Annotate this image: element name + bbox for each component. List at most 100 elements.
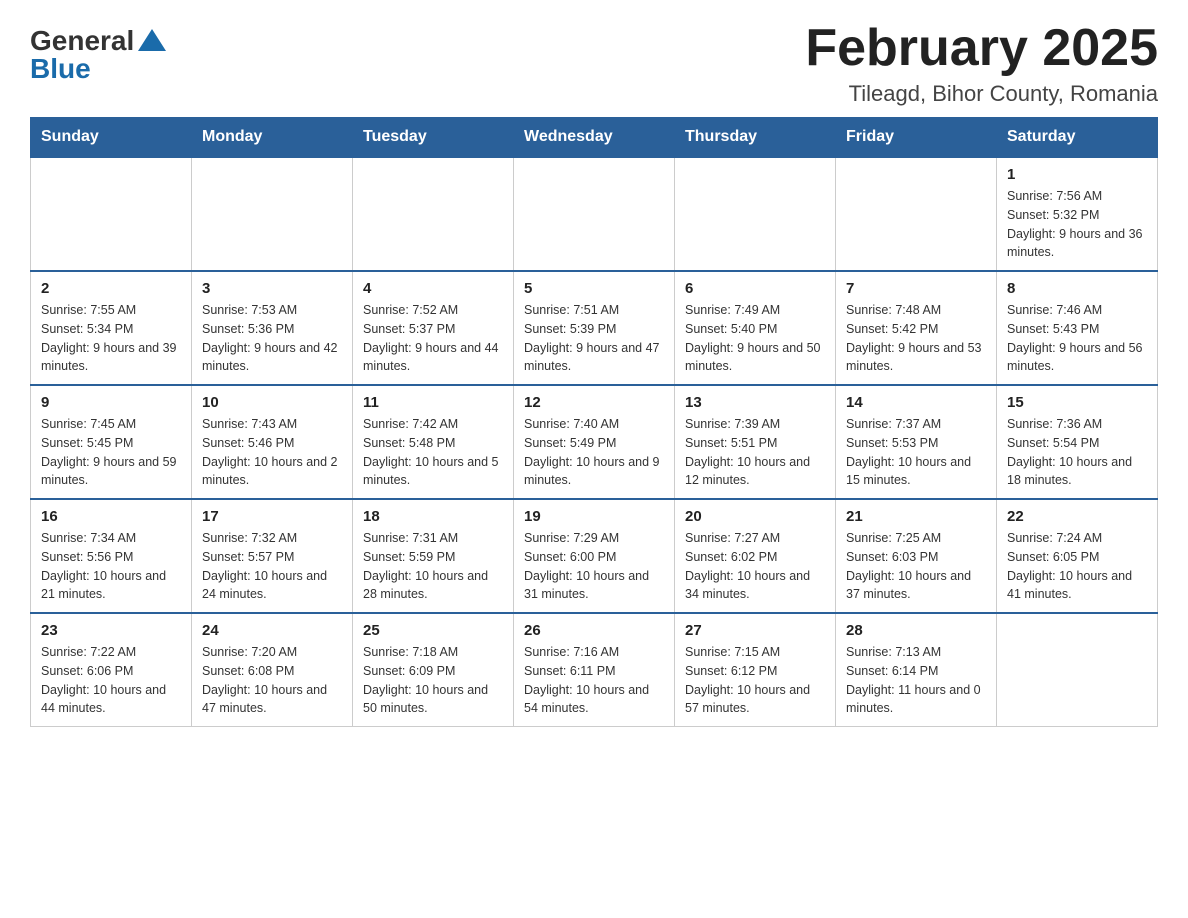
day-number: 14 (846, 394, 986, 411)
calendar-cell: 7Sunrise: 7:48 AM Sunset: 5:42 PM Daylig… (836, 271, 997, 385)
calendar-cell (997, 613, 1158, 727)
calendar-cell (353, 157, 514, 271)
day-number: 11 (363, 394, 503, 411)
day-info: Sunrise: 7:53 AM Sunset: 5:36 PM Dayligh… (202, 301, 342, 376)
calendar-week-row: 23 Sunrise: 7:22 AM Sunset: 6:06 PM Dayli… (31, 613, 1158, 727)
day-number: 6 (685, 280, 825, 297)
title-block: February 2025 Tileagd, Bihor County, Rom… (805, 20, 1158, 107)
calendar-cell: 24 Sunrise: 7:20 AM Sunset: 6:08 PM Dayli… (192, 613, 353, 727)
calendar-cell (836, 157, 997, 271)
day-number: 17 (202, 508, 342, 525)
day-info: Sunrise: 7:20 AM Sunset: 6:08 PM Dayligh… (202, 643, 342, 718)
day-info: Sunrise: 7:32 AM Sunset: 5:57 PM Dayligh… (202, 529, 342, 604)
day-number: 25 (363, 622, 503, 639)
calendar-cell (192, 157, 353, 271)
day-info: Sunrise: 7:45 AM Sunset: 5:45 PM Dayligh… (41, 415, 181, 490)
day-info: Sunrise: 7:16 AM Sunset: 6:11 PM Dayligh… (524, 643, 664, 718)
calendar-day-header: Wednesday (514, 118, 675, 158)
day-info: Sunrise: 7:48 AM Sunset: 5:42 PM Dayligh… (846, 301, 986, 376)
calendar-cell: 21 Sunrise: 7:25 AM Sunset: 6:03 PM Dayli… (836, 499, 997, 613)
day-info: Sunrise: 7:43 AM Sunset: 5:46 PM Dayligh… (202, 415, 342, 490)
calendar-table: SundayMondayTuesdayWednesdayThursdayFrid… (30, 117, 1158, 727)
calendar-cell: 17 Sunrise: 7:32 AM Sunset: 5:57 PM Dayli… (192, 499, 353, 613)
day-info: Sunrise: 7:31 AM Sunset: 5:59 PM Dayligh… (363, 529, 503, 604)
day-number: 13 (685, 394, 825, 411)
day-number: 23 (41, 622, 181, 639)
calendar-cell: 15 Sunrise: 7:36 AM Sunset: 5:54 PM Dayli… (997, 385, 1158, 499)
calendar-cell: 10 Sunrise: 7:43 AM Sunset: 5:46 PM Dayli… (192, 385, 353, 499)
calendar-cell: 12 Sunrise: 7:40 AM Sunset: 5:49 PM Dayli… (514, 385, 675, 499)
location-title: Tileagd, Bihor County, Romania (805, 81, 1158, 107)
day-number: 15 (1007, 394, 1147, 411)
calendar-week-row: 16 Sunrise: 7:34 AM Sunset: 5:56 PM Dayli… (31, 499, 1158, 613)
calendar-cell: 23 Sunrise: 7:22 AM Sunset: 6:06 PM Dayli… (31, 613, 192, 727)
day-info: Sunrise: 7:25 AM Sunset: 6:03 PM Dayligh… (846, 529, 986, 604)
day-number: 10 (202, 394, 342, 411)
calendar-cell (675, 157, 836, 271)
calendar-cell: 16 Sunrise: 7:34 AM Sunset: 5:56 PM Dayli… (31, 499, 192, 613)
day-number: 8 (1007, 280, 1147, 297)
day-info: Sunrise: 7:37 AM Sunset: 5:53 PM Dayligh… (846, 415, 986, 490)
day-info: Sunrise: 7:40 AM Sunset: 5:49 PM Dayligh… (524, 415, 664, 490)
calendar-cell: 26 Sunrise: 7:16 AM Sunset: 6:11 PM Dayli… (514, 613, 675, 727)
day-number: 27 (685, 622, 825, 639)
day-number: 18 (363, 508, 503, 525)
calendar-cell: 9 Sunrise: 7:45 AM Sunset: 5:45 PM Daylig… (31, 385, 192, 499)
day-number: 20 (685, 508, 825, 525)
calendar-week-row: 2 Sunrise: 7:55 AM Sunset: 5:34 PM Daylig… (31, 271, 1158, 385)
day-number: 1 (1007, 166, 1147, 183)
day-info: Sunrise: 7:42 AM Sunset: 5:48 PM Dayligh… (363, 415, 503, 490)
page-header: General Blue February 2025 Tileagd, Biho… (30, 20, 1158, 107)
day-info: Sunrise: 7:34 AM Sunset: 5:56 PM Dayligh… (41, 529, 181, 604)
calendar-day-header: Monday (192, 118, 353, 158)
calendar-cell: 3 Sunrise: 7:53 AM Sunset: 5:36 PM Daylig… (192, 271, 353, 385)
day-info: Sunrise: 7:49 AM Sunset: 5:40 PM Dayligh… (685, 301, 825, 376)
day-info: Sunrise: 7:36 AM Sunset: 5:54 PM Dayligh… (1007, 415, 1147, 490)
day-number: 26 (524, 622, 664, 639)
day-number: 9 (41, 394, 181, 411)
calendar-week-row: 9 Sunrise: 7:45 AM Sunset: 5:45 PM Daylig… (31, 385, 1158, 499)
day-info: Sunrise: 7:46 AM Sunset: 5:43 PM Dayligh… (1007, 301, 1147, 376)
calendar-day-header: Friday (836, 118, 997, 158)
logo-blue-text: Blue (30, 53, 91, 85)
day-number: 22 (1007, 508, 1147, 525)
day-info: Sunrise: 7:51 AM Sunset: 5:39 PM Dayligh… (524, 301, 664, 376)
day-number: 3 (202, 280, 342, 297)
day-number: 24 (202, 622, 342, 639)
calendar-cell: 6 Sunrise: 7:49 AM Sunset: 5:40 PM Daylig… (675, 271, 836, 385)
day-info: Sunrise: 7:29 AM Sunset: 6:00 PM Dayligh… (524, 529, 664, 604)
calendar-cell: 28 Sunrise: 7:13 AM Sunset: 6:14 PM Dayli… (836, 613, 997, 727)
day-info: Sunrise: 7:22 AM Sunset: 6:06 PM Dayligh… (41, 643, 181, 718)
calendar-day-header: Saturday (997, 118, 1158, 158)
day-number: 4 (363, 280, 503, 297)
calendar-cell: 5 Sunrise: 7:51 AM Sunset: 5:39 PM Daylig… (514, 271, 675, 385)
day-info: Sunrise: 7:13 AM Sunset: 6:14 PM Dayligh… (846, 643, 986, 718)
calendar-day-header: Tuesday (353, 118, 514, 158)
calendar-cell (31, 157, 192, 271)
day-number: 12 (524, 394, 664, 411)
calendar-cell: 2 Sunrise: 7:55 AM Sunset: 5:34 PM Daylig… (31, 271, 192, 385)
day-info: Sunrise: 7:27 AM Sunset: 6:02 PM Dayligh… (685, 529, 825, 604)
day-info: Sunrise: 7:18 AM Sunset: 6:09 PM Dayligh… (363, 643, 503, 718)
day-info: Sunrise: 7:55 AM Sunset: 5:34 PM Dayligh… (41, 301, 181, 376)
calendar-cell: 20 Sunrise: 7:27 AM Sunset: 6:02 PM Dayli… (675, 499, 836, 613)
day-number: 21 (846, 508, 986, 525)
calendar-day-header: Sunday (31, 118, 192, 158)
calendar-cell: 27Sunrise: 7:15 AM Sunset: 6:12 PM Dayli… (675, 613, 836, 727)
calendar-cell: 14 Sunrise: 7:37 AM Sunset: 5:53 PM Dayli… (836, 385, 997, 499)
calendar-cell: 1Sunrise: 7:56 AM Sunset: 5:32 PM Daylig… (997, 157, 1158, 271)
calendar-cell: 22Sunrise: 7:24 AM Sunset: 6:05 PM Dayli… (997, 499, 1158, 613)
calendar-day-header: Thursday (675, 118, 836, 158)
calendar-cell: 19Sunrise: 7:29 AM Sunset: 6:00 PM Dayli… (514, 499, 675, 613)
calendar-cell: 18 Sunrise: 7:31 AM Sunset: 5:59 PM Dayli… (353, 499, 514, 613)
calendar-cell: 25 Sunrise: 7:18 AM Sunset: 6:09 PM Dayli… (353, 613, 514, 727)
calendar-cell (514, 157, 675, 271)
month-title: February 2025 (805, 20, 1158, 77)
calendar-cell: 8 Sunrise: 7:46 AM Sunset: 5:43 PM Daylig… (997, 271, 1158, 385)
day-number: 28 (846, 622, 986, 639)
calendar-cell: 11 Sunrise: 7:42 AM Sunset: 5:48 PM Dayli… (353, 385, 514, 499)
calendar-header-row: SundayMondayTuesdayWednesdayThursdayFrid… (31, 118, 1158, 158)
day-number: 16 (41, 508, 181, 525)
day-number: 5 (524, 280, 664, 297)
day-number: 2 (41, 280, 181, 297)
